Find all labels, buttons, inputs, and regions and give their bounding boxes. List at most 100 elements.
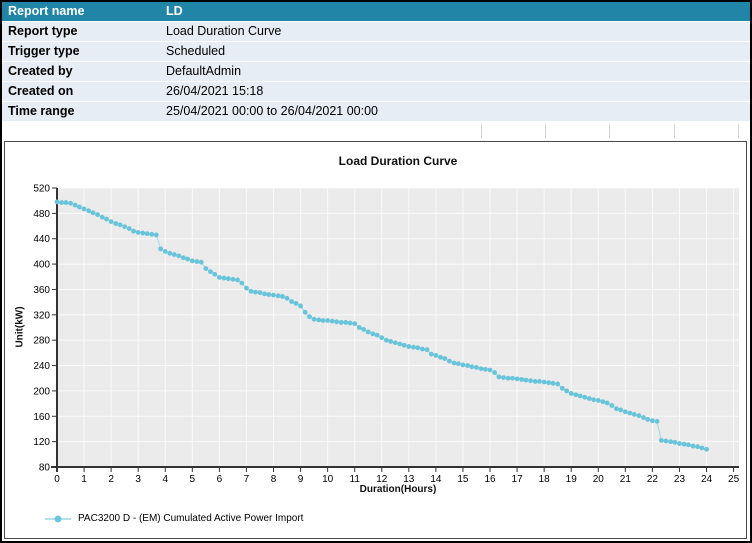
data-point: [303, 310, 308, 315]
data-point: [641, 415, 646, 420]
data-point: [429, 352, 434, 357]
data-point: [650, 418, 655, 423]
spreadsheet-gridline: [738, 124, 739, 138]
svg-text:440: 440: [33, 234, 50, 245]
data-point: [149, 232, 154, 237]
data-point: [154, 233, 159, 238]
data-point: [551, 381, 556, 386]
spreadsheet-gridline: [674, 124, 675, 138]
data-point: [262, 291, 267, 296]
data-point: [461, 363, 466, 368]
data-point: [573, 392, 578, 397]
data-point: [546, 380, 551, 385]
y-axis-title: Unit(kW): [15, 306, 26, 347]
data-point: [628, 411, 633, 416]
svg-text:280: 280: [33, 336, 50, 347]
data-point: [474, 365, 479, 370]
row-label: Created on: [2, 82, 166, 101]
data-point: [632, 412, 637, 417]
report-window: Report name LD Report type Load Duration…: [0, 0, 752, 543]
data-point: [167, 251, 172, 256]
data-point: [249, 289, 254, 294]
data-point: [163, 249, 168, 254]
data-point: [442, 356, 447, 361]
data-point: [127, 226, 132, 231]
data-point: [591, 397, 596, 402]
data-point: [393, 340, 398, 345]
data-point: [190, 259, 195, 264]
data-point: [614, 406, 619, 411]
data-point: [91, 210, 96, 215]
chart-title: Load Duration Curve: [57, 154, 739, 168]
data-point: [64, 200, 69, 205]
data-point: [212, 272, 217, 277]
data-point: [316, 317, 321, 322]
data-point: [235, 278, 240, 283]
row-value: LD: [166, 2, 750, 21]
data-point: [605, 401, 610, 406]
data-point: [609, 403, 614, 408]
data-point: [564, 389, 569, 394]
spreadsheet-gridline: [609, 124, 610, 138]
chart-plot-area: 0123456789101112131415161718192021222324…: [5, 142, 746, 502]
data-point: [469, 364, 474, 369]
data-point: [352, 321, 357, 326]
svg-text:160: 160: [33, 412, 50, 423]
data-point: [618, 408, 623, 413]
data-point: [181, 255, 186, 260]
data-point: [533, 379, 538, 384]
data-point: [456, 361, 461, 366]
data-point: [176, 253, 181, 258]
data-point: [433, 353, 438, 358]
data-point: [289, 299, 294, 304]
data-point: [659, 438, 664, 443]
data-point: [582, 395, 587, 400]
data-point: [330, 319, 335, 324]
data-point: [655, 419, 660, 424]
data-point: [239, 281, 244, 286]
data-point: [452, 361, 457, 366]
data-point: [623, 409, 628, 414]
data-point: [447, 359, 452, 364]
data-point: [510, 376, 515, 381]
row-label: Report type: [2, 22, 166, 41]
data-point: [280, 294, 285, 299]
data-point: [82, 207, 87, 212]
data-point: [217, 275, 222, 280]
data-point: [86, 208, 91, 213]
data-point: [479, 366, 484, 371]
data-point: [276, 293, 281, 298]
data-point: [645, 417, 650, 422]
data-point: [339, 320, 344, 325]
data-point: [497, 375, 502, 380]
data-point: [298, 304, 303, 309]
data-point: [244, 286, 249, 291]
svg-text:480: 480: [33, 209, 50, 220]
data-point: [397, 342, 402, 347]
spreadsheet-gridline: [545, 124, 546, 138]
data-point: [77, 205, 82, 210]
data-point: [348, 321, 353, 326]
data-point: [664, 439, 669, 444]
data-point: [158, 246, 163, 251]
data-point: [569, 391, 574, 396]
table-row-report-name: Report name LD: [2, 2, 750, 22]
row-label: Time range: [2, 102, 166, 121]
data-point: [379, 335, 384, 340]
data-point: [672, 440, 677, 445]
data-point: [294, 301, 299, 306]
legend-label: PAC3200 D - (EM) Cumulated Active Power …: [78, 513, 303, 524]
data-point: [185, 257, 190, 262]
table-row-time-range: Time range 25/04/2021 00:00 to 26/04/202…: [2, 102, 750, 122]
table-row-trigger-type: Trigger type Scheduled: [2, 42, 750, 62]
data-point: [370, 331, 375, 336]
data-point: [704, 447, 709, 452]
row-label: Trigger type: [2, 42, 166, 61]
load-duration-chart: 0123456789101112131415161718192021222324…: [4, 141, 747, 539]
data-point: [361, 327, 366, 332]
data-point: [366, 330, 371, 335]
chart-legend: PAC3200 D - (EM) Cumulated Active Power …: [45, 513, 303, 524]
data-point: [231, 277, 236, 282]
data-point: [59, 200, 64, 205]
data-point: [226, 276, 231, 281]
